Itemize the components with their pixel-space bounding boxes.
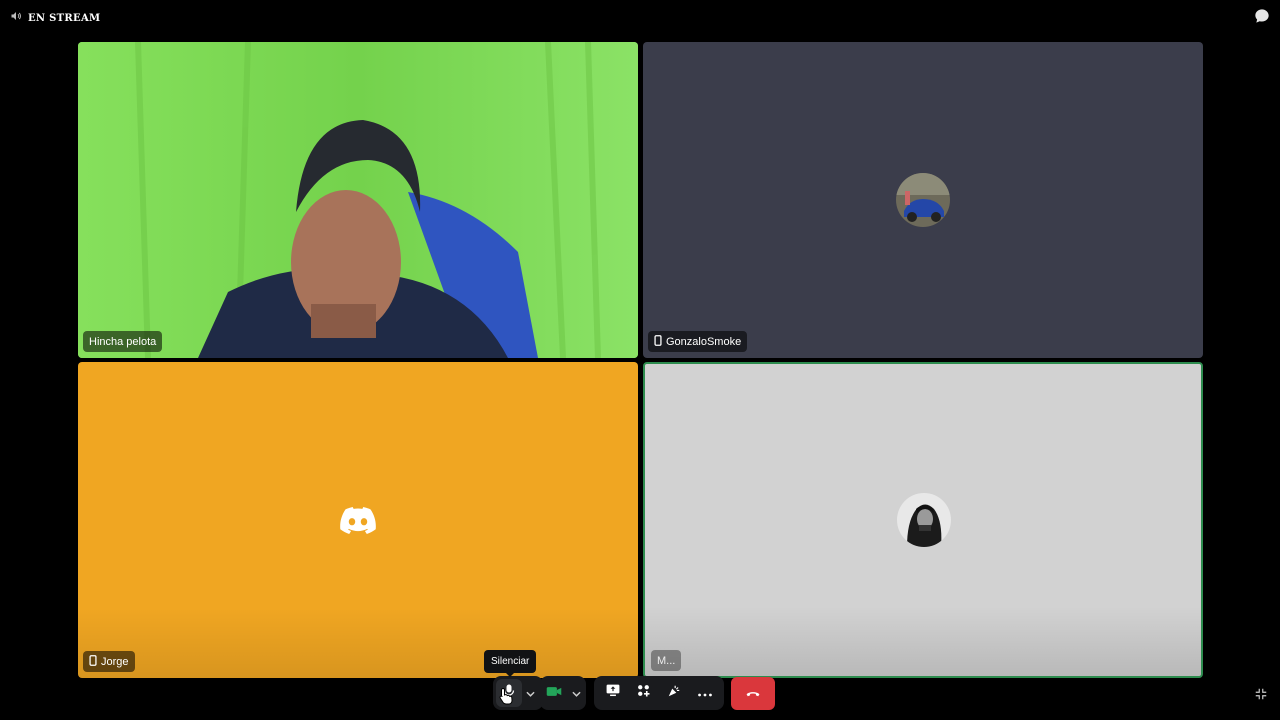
participant-tile[interactable]: Hincha pelota [78,42,638,358]
screen-share-button[interactable] [599,679,627,707]
avatar [897,493,951,547]
camera-icon [546,684,562,702]
action-control-group [594,676,724,710]
screen-share-icon [606,684,620,702]
stream-label: EN STREAM [28,12,101,24]
video-feed [78,42,638,358]
chat-bubble-icon[interactable] [1254,8,1270,24]
hang-up-icon [746,685,760,703]
collapse-icon[interactable] [1254,687,1270,703]
participant-name: Jorge [101,655,129,668]
mobile-icon [654,334,662,349]
activities-button[interactable] [630,679,658,707]
camera-control-group [540,676,586,710]
mouse-cursor-icon [499,687,513,710]
chevron-down-icon [571,684,581,702]
participant-name: M... [657,654,676,667]
avatar [896,173,950,227]
speaker-icon[interactable] [10,9,22,27]
participant-nameplate: Hincha pelota [83,331,163,352]
participant-nameplate: Jorge [83,651,135,672]
camera-button[interactable] [540,679,568,707]
activities-icon [637,684,650,702]
stream-indicator: EN STREAM [10,9,100,27]
top-bar: EN STREAM [0,0,1280,32]
soundboard-button[interactable] [660,679,688,707]
more-button[interactable] [691,679,719,707]
mobile-icon [89,654,97,669]
discord-logo-icon [340,507,376,540]
mic-options-button[interactable] [522,679,538,707]
participant-nameplate: M... [651,650,682,671]
participant-tile-speaking[interactable]: M... [643,362,1203,678]
call-controls [0,676,1280,712]
camera-options-button[interactable] [568,679,584,707]
participant-tile[interactable]: Jorge [78,362,638,678]
participant-name: Hincha pelota [89,335,157,348]
participant-name: GonzaloSmoke [666,335,742,348]
more-icon [697,684,712,702]
chevron-down-icon [525,684,535,702]
tooltip-text: Silenciar [491,656,530,667]
soundboard-icon [667,684,681,703]
mute-tooltip: Silenciar [484,650,537,677]
participant-tile[interactable]: GonzaloSmoke [643,42,1203,358]
participant-nameplate: GonzaloSmoke [648,331,748,352]
hang-up-button[interactable] [731,677,775,710]
